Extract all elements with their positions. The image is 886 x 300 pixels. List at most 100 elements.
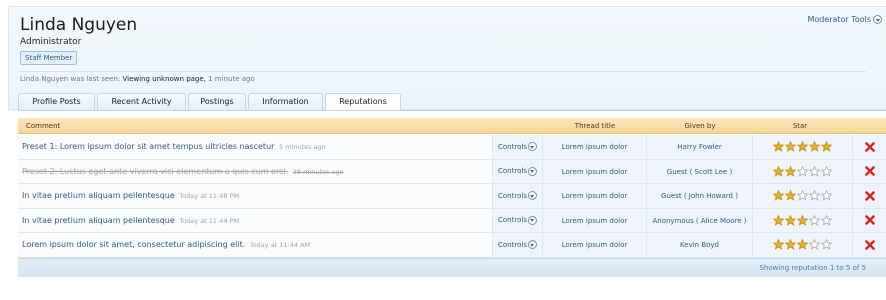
controls-menu[interactable]: Controls <box>492 184 542 208</box>
given-by-link[interactable]: Guest ( Scott Lee ) <box>646 159 752 183</box>
controls-menu[interactable]: Controls <box>492 135 542 159</box>
comment-time: 5 minutes ago <box>278 143 326 151</box>
controls-label[interactable]: Controls <box>498 192 527 200</box>
comment-time: Today at 11:48 PM <box>179 192 240 200</box>
star-filled-icon <box>785 141 796 153</box>
staff-badge: Staff Member <box>20 51 78 65</box>
given-by-link[interactable]: Kevin Boyd <box>646 233 752 257</box>
delete-icon[interactable] <box>864 141 875 152</box>
star-filled-icon <box>773 141 784 153</box>
tab-information[interactable]: Information <box>248 93 323 110</box>
comment-link[interactable]: Preset 2: Luctus eget ante viverra vici … <box>22 167 288 176</box>
thread-title-link[interactable]: Lorem ipsum dolor <box>542 159 646 183</box>
star-empty-icon <box>797 165 808 177</box>
last-seen-time: 1 minute ago <box>208 75 255 83</box>
chevron-down-icon[interactable] <box>527 240 537 250</box>
table-row: Lorem ipsum dolor sit amet, consectetur … <box>18 233 886 258</box>
comment-cell: In vitae pretium aliquam pellentesque To… <box>18 184 492 208</box>
chevron-down-icon[interactable] <box>873 15 882 24</box>
given-by-link[interactable]: Harry Fowler <box>646 135 752 159</box>
delete-icon[interactable] <box>864 190 875 201</box>
delete-icon[interactable] <box>864 215 875 226</box>
star-filled-icon <box>773 239 784 251</box>
moderator-tools-menu[interactable]: Moderator Tools <box>807 15 882 24</box>
star-filled-icon <box>797 141 808 153</box>
star-rating <box>752 208 852 232</box>
controls-menu[interactable]: Controls <box>492 159 542 183</box>
delete-cell <box>852 208 886 232</box>
comment-link[interactable]: Lorem ipsum dolor sit amet, consectetur … <box>22 240 245 249</box>
delete-cell <box>852 135 886 159</box>
controls-label[interactable]: Controls <box>498 241 527 249</box>
star-filled-icon <box>773 190 784 202</box>
tab-reputations[interactable]: Reputations <box>325 93 401 111</box>
comment-cell: Preset 2: Luctus eget ante viverra vici … <box>18 160 492 184</box>
star-empty-icon <box>821 239 832 251</box>
profile-role: Administrator <box>20 37 82 47</box>
star-rating <box>752 135 852 159</box>
thread-title-link[interactable]: Lorem ipsum dolor <box>542 184 646 208</box>
header-thread-title: Thread title <box>574 122 616 130</box>
reputations-panel: Comment Thread title Given by Star Prese… <box>18 110 886 277</box>
given-by-link[interactable]: Guest ( John Howard ) <box>646 184 752 208</box>
star-filled-icon <box>821 141 832 153</box>
profile-name: Linda Nguyen <box>20 15 138 35</box>
table-row: In vitae pretium aliquam pellentesque To… <box>18 208 886 233</box>
controls-label[interactable]: Controls <box>498 167 527 175</box>
controls-label[interactable]: Controls <box>498 216 527 224</box>
comment-time: 38 minutes ago <box>292 167 344 176</box>
thread-title-link[interactable]: Lorem ipsum dolor <box>542 233 646 257</box>
star-empty-icon <box>821 165 832 177</box>
comment-cell: In vitae pretium aliquam pellentesque To… <box>18 209 492 233</box>
delete-cell <box>852 159 886 183</box>
star-filled-icon <box>797 214 808 226</box>
last-seen-info: Linda Nguyen was last seen: Viewing unkn… <box>20 75 255 83</box>
header-given-by: Given by <box>684 122 716 130</box>
header-comment: Comment <box>26 122 61 130</box>
delete-icon[interactable] <box>864 239 875 250</box>
chevron-down-icon[interactable] <box>527 191 537 201</box>
tab-label: Reputations <box>339 97 387 106</box>
controls-menu[interactable]: Controls <box>492 208 542 232</box>
chevron-down-icon[interactable] <box>527 142 537 152</box>
comment-link[interactable]: In vitae pretium aliquam pellentesque <box>22 216 175 225</box>
star-filled-icon <box>785 239 796 251</box>
delete-icon[interactable] <box>864 166 875 177</box>
tab-profile-posts[interactable]: Profile Posts <box>18 93 95 110</box>
divider <box>20 71 866 72</box>
table-row: Preset 2: Luctus eget ante viverra vici … <box>18 159 886 184</box>
comment-link[interactable]: Preset 1: Lorem ipsum dolor sit amet tem… <box>22 142 274 151</box>
reputation-list: Preset 1: Lorem ipsum dolor sit amet tem… <box>18 135 886 258</box>
comment-time: Today at 11:44 AM <box>249 241 311 249</box>
controls-menu[interactable]: Controls <box>492 233 542 257</box>
star-filled-icon <box>785 165 796 177</box>
comment-link[interactable]: In vitae pretium aliquam pellentesque <box>22 191 175 200</box>
thread-title-link[interactable]: Lorem ipsum dolor <box>542 135 646 159</box>
comment-cell: Preset 1: Lorem ipsum dolor sit amet tem… <box>18 135 492 159</box>
profile-tabs: Profile Posts Recent Activity Postings I… <box>18 93 403 111</box>
star-empty-icon <box>809 165 820 177</box>
table-footer: Showing reputation 1 to 5 of 5 <box>18 258 886 277</box>
controls-label[interactable]: Controls <box>498 143 527 151</box>
tab-label: Postings <box>200 97 234 106</box>
star-empty-icon <box>821 190 832 202</box>
star-filled-icon <box>797 239 808 251</box>
header-star: Star <box>792 122 808 130</box>
table-row: In vitae pretium aliquam pellentesque To… <box>18 184 886 209</box>
star-filled-icon <box>785 190 796 202</box>
star-rating <box>752 159 852 183</box>
tab-postings[interactable]: Postings <box>188 93 246 110</box>
moderator-tools-label[interactable]: Moderator Tools <box>807 15 871 24</box>
tab-label: Information <box>262 97 309 106</box>
thread-title-link[interactable]: Lorem ipsum dolor <box>542 208 646 232</box>
comment-time: Today at 11:44 PM <box>179 216 240 225</box>
star-empty-icon <box>809 190 820 202</box>
given-by-link[interactable]: Anonymous ( Alice Moore ) <box>646 208 752 232</box>
tab-label: Profile Posts <box>32 97 81 106</box>
tab-recent-activity[interactable]: Recent Activity <box>97 93 186 110</box>
tab-label: Recent Activity <box>111 97 172 106</box>
chevron-down-icon[interactable] <box>527 215 537 225</box>
chevron-down-icon[interactable] <box>527 166 537 176</box>
comment-cell: Lorem ipsum dolor sit amet, consectetur … <box>18 233 492 257</box>
table-row: Preset 1: Lorem ipsum dolor sit amet tem… <box>18 135 886 160</box>
